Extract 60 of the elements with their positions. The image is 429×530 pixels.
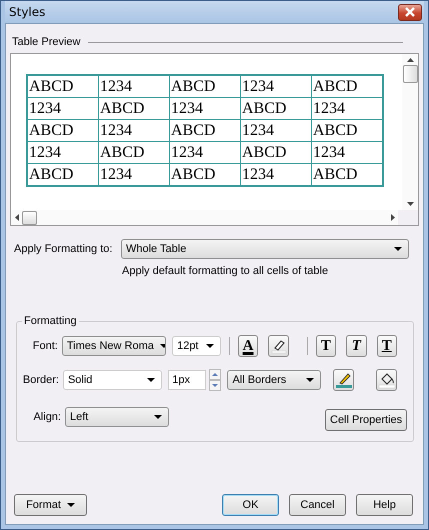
close-button[interactable] [398, 4, 422, 20]
highlight-button[interactable] [268, 335, 289, 357]
fill-color-button[interactable] [376, 369, 397, 391]
table-cell: 1234 [170, 142, 240, 164]
table-cell: 1234 [98, 120, 170, 142]
size-dropdown[interactable]: 12pt [172, 336, 221, 356]
table-cell: ABCD [240, 142, 312, 164]
horizontal-scrollbar[interactable] [11, 210, 418, 225]
table-cell: 1234 [240, 120, 312, 142]
table-cell: ABCD [170, 75, 240, 98]
field-label: Align: [32, 411, 61, 423]
spin-up-icon[interactable] [209, 369, 222, 380]
close-icon [403, 7, 417, 17]
table-cell: 1234 [27, 98, 98, 120]
dialog-button[interactable]: Cancel [289, 494, 346, 516]
table-cell: 1234 [240, 75, 312, 98]
align-dropdown[interactable]: Left [65, 407, 169, 427]
format-menu-button[interactable]: Format [14, 494, 87, 516]
spin-down-icon[interactable] [209, 380, 222, 391]
border-color-button[interactable] [333, 369, 354, 391]
table-cell: 1234 [240, 164, 312, 186]
table-cell: 1234 [170, 98, 240, 120]
field-label: Apply Formatting to: [14, 243, 114, 255]
font-dropdown[interactable]: Times New Roma [62, 336, 166, 356]
vertical-scrollbar[interactable] [402, 54, 418, 210]
table-cell: 1234 [98, 164, 170, 186]
scroll-left-icon[interactable] [15, 214, 19, 221]
text-color-button[interactable]: A [238, 335, 258, 357]
italic-button[interactable]: T [346, 335, 367, 357]
border-sides-dropdown[interactable]: All Borders [227, 370, 322, 390]
group-label: Formatting [23, 315, 78, 327]
apply-dropdown[interactable]: Whole Table [121, 239, 409, 259]
scroll-down-icon[interactable] [406, 202, 414, 206]
table-cell: ABCD [98, 98, 170, 120]
table-cell: ABCD [170, 120, 240, 142]
hint-text: Apply default formatting to all cells of table [122, 265, 330, 277]
table-cell: ABCD [240, 98, 312, 120]
section-label: Table Preview [12, 36, 80, 48]
scrollbar-thumb[interactable] [402, 65, 418, 83]
table-cell: ABCD [27, 120, 98, 142]
table-cell: ABCD [27, 164, 98, 186]
table-cell: ABCD [98, 142, 170, 164]
scroll-up-icon[interactable] [406, 58, 414, 62]
table-cell: ABCD [27, 75, 98, 98]
window-title: Styles [9, 5, 46, 19]
dialog-button[interactable]: OK [222, 494, 279, 516]
scrollbar-corner [398, 210, 418, 225]
cell-properties-button[interactable]: Cell Properties [325, 409, 407, 431]
field-label: Border: [22, 374, 59, 386]
border-style-dropdown[interactable]: Solid [62, 370, 162, 390]
bold-button[interactable]: T [316, 335, 336, 357]
width-spinner[interactable]: 1px [168, 370, 206, 390]
table-cell: 1234 [98, 75, 170, 98]
scrollbar-thumb[interactable] [22, 210, 37, 224]
table-cell: ABCD [170, 164, 240, 186]
dialog-button[interactable]: Help [356, 494, 413, 516]
underline-button[interactable]: T [376, 335, 397, 357]
scroll-right-icon[interactable] [391, 214, 395, 221]
table-cell: 1234 [27, 142, 98, 164]
field-label: Font: [32, 340, 58, 352]
